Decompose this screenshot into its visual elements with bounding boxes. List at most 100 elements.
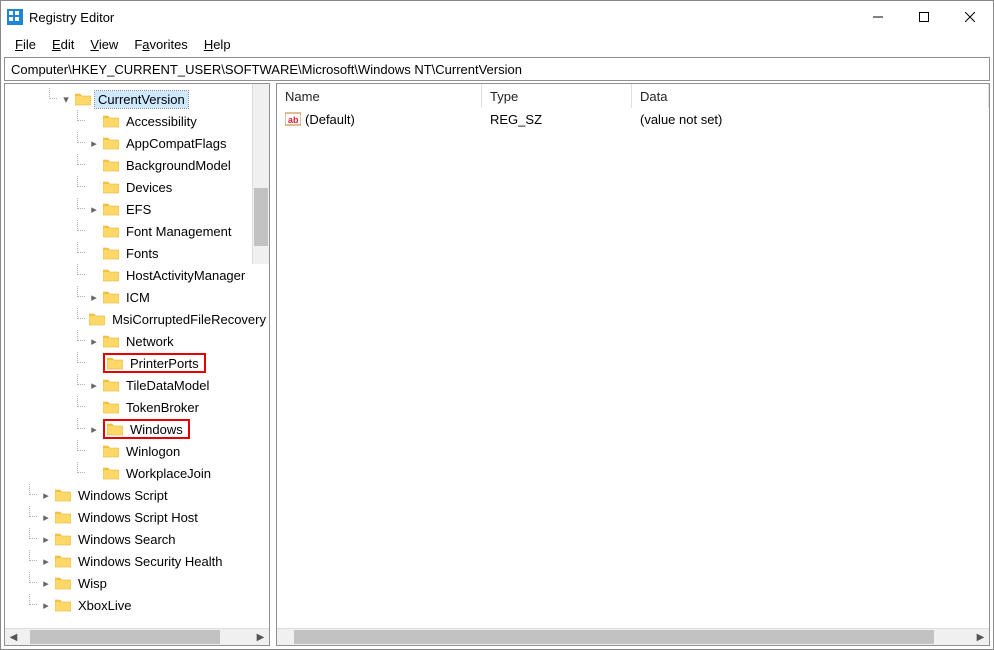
menu-view[interactable]: View (82, 35, 126, 54)
expander-none (87, 246, 101, 260)
tree-line (29, 528, 37, 539)
scroll-left-icon[interactable]: ◀ (5, 629, 22, 646)
tree-line (77, 462, 85, 473)
tree-item[interactable]: ▾CurrentVersion (5, 88, 269, 110)
folder-icon (103, 443, 119, 459)
tree-line (77, 330, 85, 341)
tree-item[interactable]: BackgroundModel (5, 154, 269, 176)
tree-item[interactable]: Winlogon (5, 440, 269, 462)
expander-closed-icon[interactable]: ▸ (87, 378, 101, 392)
menu-favorites[interactable]: Favorites (126, 35, 195, 54)
expander-closed-icon[interactable]: ▸ (39, 554, 53, 568)
tree-item[interactable]: ▸Windows (5, 418, 269, 440)
expander-closed-icon[interactable]: ▸ (39, 510, 53, 524)
tree-item[interactable]: PrinterPorts (5, 352, 269, 374)
expander-closed-icon[interactable]: ▸ (39, 576, 53, 590)
tree-item[interactable]: ▸Windows Script (5, 484, 269, 506)
tree-item-label: Network (123, 333, 177, 350)
tree-item-label: Windows Script Host (75, 509, 201, 526)
scrollbar-thumb[interactable] (30, 630, 220, 644)
tree-vertical-scrollbar[interactable] (252, 84, 269, 264)
highlight-box: Windows (103, 419, 190, 439)
expander-open-icon[interactable]: ▾ (59, 92, 73, 106)
expander-closed-icon[interactable]: ▸ (39, 598, 53, 612)
list-horizontal-scrollbar[interactable]: ▶ (277, 628, 989, 645)
tree-horizontal-scrollbar[interactable]: ◀ ▶ (5, 628, 269, 645)
tree-line (29, 572, 37, 583)
tree-item[interactable]: ▸ Windows Search (5, 528, 269, 550)
scroll-right-icon[interactable]: ▶ (972, 629, 989, 646)
expander-closed-icon[interactable]: ▸ (87, 202, 101, 216)
string-value-icon (285, 111, 301, 127)
tree-line (29, 550, 37, 561)
tree-line (29, 484, 37, 495)
folder-icon (103, 245, 119, 261)
value-name: (Default) (305, 112, 355, 127)
tree-item[interactable]: MsiCorruptedFileRecovery (5, 308, 269, 330)
tree-item-label: AppCompatFlags (123, 135, 229, 152)
scrollbar-thumb[interactable] (254, 188, 268, 246)
folder-icon (89, 311, 105, 327)
expander-none (87, 356, 101, 370)
tree-item-label: ICM (123, 289, 153, 306)
tree-item[interactable]: Fonts (5, 242, 269, 264)
folder-icon (103, 377, 119, 393)
tree-item[interactable]: ▸Wisp (5, 572, 269, 594)
tree-item[interactable]: ▸Windows Security Health (5, 550, 269, 572)
expander-none (87, 180, 101, 194)
value-row[interactable]: (Default)REG_SZ(value not set) (277, 108, 989, 130)
folder-icon (103, 135, 119, 151)
expander-closed-icon[interactable]: ▸ (39, 488, 53, 502)
tree-item[interactable]: Accessibility (5, 110, 269, 132)
menu-file[interactable]: File (7, 35, 44, 54)
value-list[interactable]: (Default)REG_SZ(value not set) (277, 108, 989, 628)
expander-closed-icon[interactable]: ▸ (87, 334, 101, 348)
column-header-data[interactable]: Data (632, 84, 989, 108)
tree-item-label: Winlogon (123, 443, 183, 460)
tree-item[interactable]: ▸TileDataModel (5, 374, 269, 396)
tree-line (77, 220, 85, 231)
expander-closed-icon[interactable]: ▸ (39, 532, 53, 546)
folder-icon (103, 113, 119, 129)
tree-item[interactable]: WorkplaceJoin (5, 462, 269, 484)
expander-closed-icon[interactable]: ▸ (87, 136, 101, 150)
tree-item[interactable]: ▸ Windows Script Host (5, 506, 269, 528)
address-bar[interactable]: Computer\HKEY_CURRENT_USER\SOFTWARE\Micr… (4, 57, 990, 81)
folder-icon (55, 575, 71, 591)
tree-line (77, 242, 85, 253)
scrollbar-thumb[interactable] (294, 630, 934, 644)
expander-closed-icon[interactable]: ▸ (87, 422, 101, 436)
tree-item[interactable]: ▸ Network (5, 330, 269, 352)
folder-icon (75, 91, 91, 107)
tree-item[interactable]: HostActivityManager (5, 264, 269, 286)
expander-closed-icon[interactable]: ▸ (87, 290, 101, 304)
registry-tree[interactable]: ▾CurrentVersionAccessibility ▸ AppCompatFl… (5, 84, 269, 628)
menu-help[interactable]: Help (196, 35, 239, 54)
folder-icon (55, 553, 71, 569)
column-header-name[interactable]: Name (277, 84, 482, 108)
close-icon (965, 12, 975, 22)
tree-item-label: Windows Search (75, 531, 179, 548)
folder-icon (103, 333, 119, 349)
tree-item[interactable]: ▸ AppCompatFlags (5, 132, 269, 154)
tree-item-label: BackgroundModel (123, 157, 234, 174)
tree-line (29, 506, 37, 517)
tree-line (77, 132, 85, 143)
tree-item[interactable]: TokenBroker (5, 396, 269, 418)
scroll-right-icon[interactable]: ▶ (252, 629, 269, 646)
column-header-type[interactable]: Type (482, 84, 632, 108)
tree-item-label: PrinterPorts (127, 355, 202, 372)
tree-item[interactable]: ▸ EFS (5, 198, 269, 220)
folder-icon (107, 355, 123, 371)
folder-icon (55, 531, 71, 547)
menu-edit[interactable]: Edit (44, 35, 82, 54)
tree-item[interactable]: ▸XboxLive (5, 594, 269, 616)
minimize-button[interactable] (855, 1, 901, 33)
maximize-button[interactable] (901, 1, 947, 33)
content-area: ▾CurrentVersionAccessibility ▸ AppCompatFl… (4, 83, 990, 646)
tree-item[interactable]: Devices (5, 176, 269, 198)
tree-item[interactable]: Font Management (5, 220, 269, 242)
close-button[interactable] (947, 1, 993, 33)
tree-item-label: EFS (123, 201, 154, 218)
tree-item[interactable]: ▸ ICM (5, 286, 269, 308)
